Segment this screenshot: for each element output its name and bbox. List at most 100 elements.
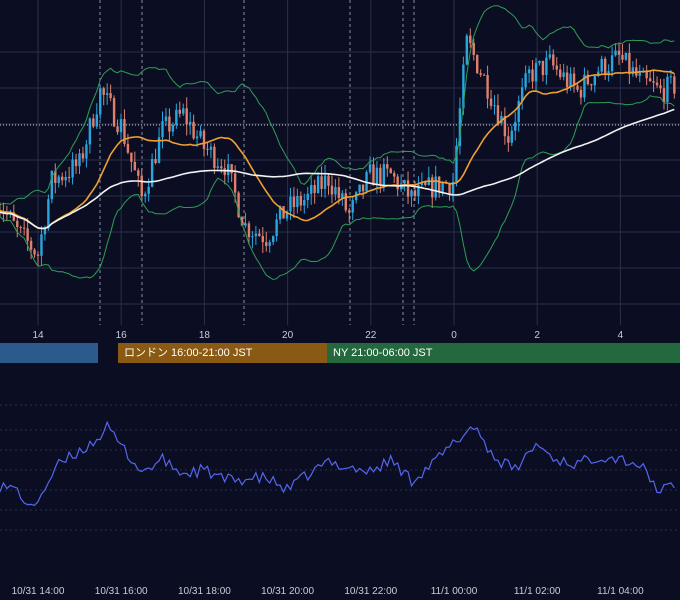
- candle-body-34: [112, 98, 116, 127]
- candle-body-44: [147, 186, 150, 194]
- main-x-tick-3: 20: [282, 330, 294, 341]
- candle-body-27: [88, 118, 92, 145]
- candle-body-194: [666, 76, 669, 103]
- candle-body-101: [344, 193, 347, 211]
- osc-x-tick-3: 10/31 20:00: [261, 586, 314, 597]
- candle-body-165: [565, 72, 569, 88]
- candle-body-86: [292, 196, 296, 208]
- candle-body-30: [99, 88, 102, 115]
- candle-body-139: [476, 55, 479, 74]
- candle-body-110: [375, 167, 379, 186]
- candle-body-175: [600, 58, 603, 72]
- osc-x-tick-1: 10/31 16:00: [95, 586, 148, 597]
- candle-body-141: [482, 74, 486, 76]
- candle-body-19: [61, 176, 64, 181]
- candle-body-13: [40, 234, 43, 256]
- candle-body-89: [303, 199, 306, 206]
- candle-body-74: [251, 236, 254, 238]
- candle-body-46: [154, 159, 157, 164]
- main-x-tick-1: 16: [116, 330, 128, 341]
- candle-body-190: [652, 81, 655, 83]
- main-x-tick-5: 0: [451, 330, 457, 341]
- candle-body-38: [126, 143, 130, 153]
- candle-body-169: [579, 89, 583, 98]
- candle-body-140: [479, 73, 482, 75]
- candle-body-20: [64, 177, 67, 181]
- candle-body-54: [182, 108, 185, 114]
- ma-long-line: [0, 108, 675, 230]
- candle-body-126: [431, 177, 434, 198]
- candle-body-168: [576, 85, 579, 90]
- candle-body-173: [593, 76, 596, 86]
- candle-body-115: [393, 173, 396, 177]
- candle-body-80: [271, 236, 275, 243]
- candle-body-95: [323, 175, 327, 189]
- candle-body-43: [144, 193, 147, 197]
- candle-body-166: [569, 73, 572, 88]
- candle-body-40: [133, 161, 137, 171]
- candle-body-100: [341, 193, 344, 199]
- candle-body-23: [74, 159, 78, 167]
- candle-body-6: [16, 220, 19, 227]
- osc-x-tick-7: 11/1 04:00: [597, 586, 644, 597]
- candle-body-144: [493, 105, 496, 107]
- candle-body-150: [514, 122, 517, 131]
- candle-body-22: [71, 159, 74, 178]
- candle-body-52: [175, 109, 178, 125]
- candle-body-195: [669, 76, 673, 78]
- candle-body-97: [330, 185, 334, 195]
- candle-body-18: [57, 176, 60, 184]
- candle-body-114: [389, 168, 392, 174]
- candle-body-98: [334, 187, 337, 195]
- candle-body-180: [617, 50, 621, 55]
- osc-x-tick-2: 10/31 18:00: [178, 586, 231, 597]
- candle-body-112: [382, 164, 386, 185]
- candle-body-161: [552, 54, 555, 66]
- candle-body-143: [489, 98, 493, 106]
- candle-body-148: [507, 136, 510, 143]
- candle-body-88: [299, 196, 303, 206]
- candle-body-87: [296, 196, 299, 208]
- candle-body-155: [531, 69, 534, 82]
- candle-body-183: [628, 52, 631, 75]
- candle-body-179: [614, 50, 617, 56]
- main-x-tick-0: 14: [32, 330, 44, 341]
- candle-body-12: [36, 254, 40, 256]
- candle-body-64: [216, 166, 220, 168]
- candle-body-90: [306, 193, 309, 200]
- candle-body-111: [379, 167, 382, 185]
- candle-body-73: [247, 223, 251, 238]
- candle-body-92: [313, 185, 316, 194]
- candle-body-36: [119, 119, 123, 133]
- candle-body-39: [130, 152, 133, 162]
- osc-x-tick-4: 10/31 22:00: [344, 586, 397, 597]
- candle-body-160: [548, 54, 552, 58]
- candle-body-162: [555, 65, 558, 70]
- oscillator-line: [0, 420, 675, 506]
- candle-body-93: [316, 176, 320, 194]
- candle-body-53: [178, 109, 181, 114]
- candle-body-31: [102, 88, 105, 95]
- candle-body-85: [289, 196, 292, 212]
- osc-x-tick-5: 11/1 00:00: [431, 586, 478, 597]
- candle-body-58: [195, 136, 199, 139]
- candle-body-113: [386, 164, 389, 169]
- candle-body-8: [22, 227, 26, 229]
- candle-body-33: [109, 93, 112, 99]
- candle-body-154: [527, 69, 531, 74]
- candle-body-109: [372, 164, 375, 186]
- candle-body-129: [441, 182, 444, 193]
- candle-body-127: [434, 176, 437, 198]
- candle-body-68: [230, 164, 233, 174]
- candle-body-21: [67, 177, 71, 179]
- candle-body-138: [472, 42, 475, 56]
- candle-body-67: [227, 164, 230, 176]
- candle-body-78: [265, 242, 268, 246]
- session-london-band: ロンドン 16:00-21:00 JST: [118, 343, 327, 363]
- candle-body-49: [164, 116, 168, 122]
- candle-body-106: [361, 184, 365, 192]
- candle-body-156: [534, 63, 538, 82]
- candle-body-63: [213, 146, 216, 168]
- candle-body-76: [258, 233, 261, 237]
- candle-body-77: [261, 236, 264, 243]
